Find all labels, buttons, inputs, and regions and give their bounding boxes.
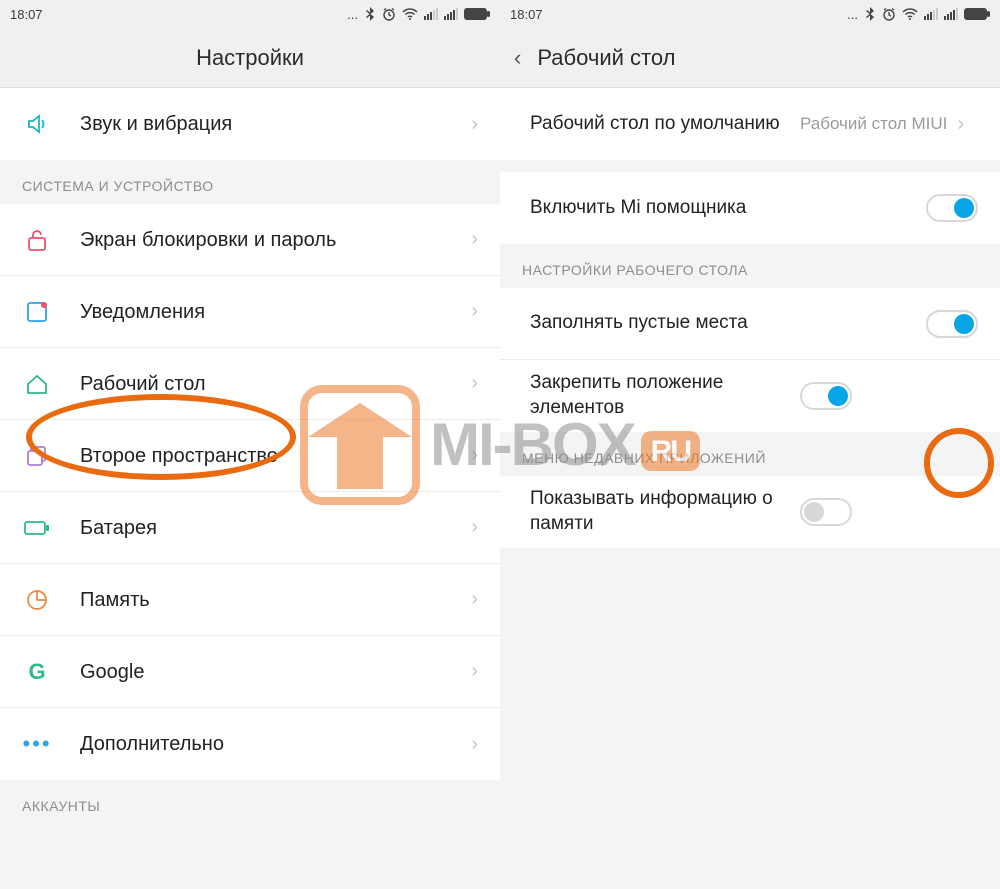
signal-1-icon	[424, 8, 438, 20]
battery-settings-icon	[22, 513, 52, 543]
row-fill-empty[interactable]: Заполнять пустые места	[500, 288, 1000, 360]
title-bar: ‹ Рабочий стол	[500, 28, 1000, 88]
row-label: Экран блокировки и пароль	[80, 227, 471, 253]
chevron-right-icon: ›	[471, 444, 478, 467]
chevron-right-icon: ›	[471, 588, 478, 611]
row-label: Заполнять пустые места	[530, 311, 926, 336]
row-default-launcher[interactable]: Рабочий стол по умолчанию Рабочий стол M…	[500, 88, 1000, 160]
status-bar: 18:07 ...	[500, 0, 1000, 28]
row-notifications[interactable]: Уведомления ›	[0, 276, 500, 348]
row-label: Закрепить положение элементов	[530, 371, 800, 420]
row-show-memory[interactable]: Показывать информацию о памяти	[500, 476, 1000, 548]
more-dots-icon: ...	[847, 7, 858, 22]
toggle-mi-assistant[interactable]	[926, 194, 978, 222]
lock-icon	[22, 225, 52, 255]
chevron-right-icon: ›	[471, 516, 478, 539]
wifi-icon	[902, 8, 918, 20]
chevron-right-icon: ›	[957, 113, 964, 136]
row-lock-layout[interactable]: Закрепить положение элементов	[500, 360, 1000, 432]
screen-launcher-settings: 18:07 ... ‹ Рабочий стол Рабочий стол по…	[500, 0, 1000, 889]
row-google[interactable]: G Google ›	[0, 636, 500, 708]
bluetooth-icon	[364, 7, 376, 21]
screen-settings: 18:07 ... Настройки Звук и вибрация › СИ…	[0, 0, 500, 889]
section-accounts: АККАУНТЫ	[0, 780, 500, 824]
chevron-right-icon: ›	[471, 733, 478, 756]
section-launcher-settings: НАСТРОЙКИ РАБОЧЕГО СТОЛА	[500, 244, 1000, 288]
toggle-fill-empty[interactable]	[926, 310, 978, 338]
signal-2-icon	[944, 8, 958, 20]
chevron-right-icon: ›	[471, 372, 478, 395]
row-label: Включить Mi помощника	[530, 196, 926, 221]
google-icon: G	[22, 657, 52, 687]
alarm-icon	[882, 7, 896, 21]
row-sound[interactable]: Звук и вибрация ›	[0, 88, 500, 160]
home-icon	[22, 369, 52, 399]
chevron-right-icon: ›	[471, 300, 478, 323]
chevron-right-icon: ›	[471, 113, 478, 136]
section-recents-menu: МЕНЮ НЕДАВНИХ ПРИЛОЖЕНИЙ	[500, 432, 1000, 476]
row-label: Батарея	[80, 515, 471, 541]
second-space-icon	[22, 441, 52, 471]
chevron-right-icon: ›	[471, 228, 478, 251]
row-value: Рабочий стол MIUI	[800, 114, 947, 134]
row-battery[interactable]: Батарея ›	[0, 492, 500, 564]
signal-2-icon	[444, 8, 458, 20]
notifications-icon	[22, 297, 52, 327]
toggle-lock-layout[interactable]	[800, 382, 852, 410]
page-title: Рабочий стол	[537, 45, 675, 71]
row-label: Рабочий стол	[80, 371, 471, 397]
battery-icon	[964, 8, 990, 20]
row-storage[interactable]: Память ›	[0, 564, 500, 636]
row-label: Дополнительно	[80, 731, 471, 757]
more-icon: •••	[22, 729, 52, 759]
signal-1-icon	[924, 8, 938, 20]
toggle-show-memory[interactable]	[800, 498, 852, 526]
section-system: СИСТЕМА И УСТРОЙСТВО	[0, 160, 500, 204]
row-label: Второе пространство	[80, 443, 471, 469]
more-dots-icon: ...	[347, 7, 358, 22]
chevron-right-icon: ›	[471, 660, 478, 683]
wifi-icon	[402, 8, 418, 20]
status-bar: 18:07 ...	[0, 0, 500, 28]
page-title: Настройки	[196, 45, 304, 71]
status-time: 18:07	[10, 7, 43, 22]
row-lock-screen[interactable]: Экран блокировки и пароль ›	[0, 204, 500, 276]
row-second-space[interactable]: Второе пространство ›	[0, 420, 500, 492]
title-bar: Настройки	[0, 28, 500, 88]
storage-icon	[22, 585, 52, 615]
status-time: 18:07	[510, 7, 543, 22]
row-label: Рабочий стол по умолчанию	[530, 112, 800, 137]
row-label: Звук и вибрация	[80, 111, 471, 137]
battery-icon	[464, 8, 490, 20]
row-label: Google	[80, 659, 471, 685]
row-label: Память	[80, 587, 471, 613]
row-label: Показывать информацию о памяти	[530, 487, 800, 536]
bluetooth-icon	[864, 7, 876, 21]
row-label: Уведомления	[80, 299, 471, 325]
sound-icon	[22, 109, 52, 139]
row-launcher[interactable]: Рабочий стол ›	[0, 348, 500, 420]
alarm-icon	[382, 7, 396, 21]
row-mi-assistant[interactable]: Включить Mi помощника	[500, 172, 1000, 244]
row-more[interactable]: ••• Дополнительно ›	[0, 708, 500, 780]
back-button[interactable]: ‹	[514, 45, 521, 71]
